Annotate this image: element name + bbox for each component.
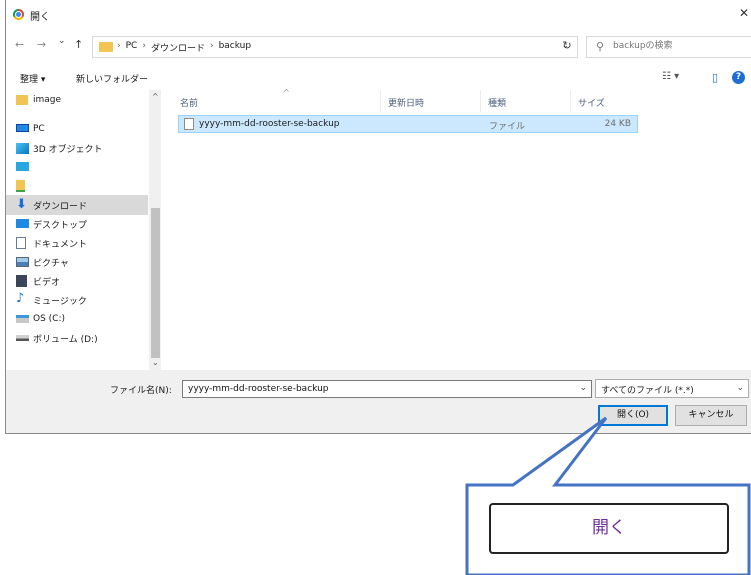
breadcrumb-downloads[interactable]: ダウンロード <box>151 41 205 54</box>
file-type: ファイル <box>489 122 526 132</box>
breadcrumb-separator-icon: › <box>117 41 121 51</box>
column-header-name[interactable]: 名前 <box>180 96 198 109</box>
search-box[interactable]: ⚲ <box>586 36 751 58</box>
sidebar-item-label: 3D オブジェクト <box>33 144 103 155</box>
folder-icon <box>16 95 28 105</box>
column-divider[interactable] <box>380 90 381 112</box>
sidebar-scrollbar-thumb[interactable] <box>151 208 160 358</box>
sidebar-item-pc[interactable]: PC <box>6 119 148 139</box>
scroll-up-arrow-icon[interactable]: ^ <box>152 92 159 101</box>
sidebar-item-desktop[interactable]: デスクトップ <box>6 214 148 234</box>
command-toolbar: 整理 ▾ 新しいフォルダー ☷ ▾ ▯ ? <box>6 66 751 90</box>
desktop-icon <box>16 162 29 171</box>
help-icon[interactable]: ? <box>732 71 745 84</box>
file-type-filter-value: すべてのファイル (*.*) <box>601 386 694 396</box>
window-title: 開く <box>30 12 50 23</box>
breadcrumb-separator-icon: › <box>142 41 146 51</box>
preview-pane-icon[interactable]: ▯ <box>712 71 718 84</box>
forward-arrow-icon[interactable]: → <box>37 38 46 51</box>
column-divider[interactable] <box>570 90 571 112</box>
filename-label: ファイル名(N): <box>110 386 172 396</box>
sidebar-item-music[interactable]: ♪ ミュージック <box>6 290 148 310</box>
drive-icon <box>16 335 29 341</box>
drive-icon <box>16 315 29 323</box>
new-folder-button[interactable]: 新しいフォルダー <box>76 72 148 85</box>
cancel-button[interactable]: キャンセル <box>675 405 747 426</box>
breadcrumb-backup[interactable]: backup <box>219 41 252 54</box>
file-icon <box>184 118 194 130</box>
up-arrow-icon[interactable]: ↑ <box>74 38 83 51</box>
file-type-filter-select[interactable]: すべてのファイル (*.*) ⌄ <box>595 379 749 398</box>
sidebar-item-label: ドキュメント <box>33 239 88 250</box>
sidebar-item-label: OS (C:) <box>33 314 65 324</box>
column-header-size[interactable]: サイズ <box>578 96 605 109</box>
title-bar: 開く ✕ <box>6 0 751 28</box>
chrome-icon <box>13 9 24 20</box>
close-icon[interactable]: ✕ <box>739 6 749 20</box>
sidebar-item-videos[interactable]: ビデオ <box>6 271 148 291</box>
sidebar-item-pictures[interactable]: ピクチャ <box>6 252 148 272</box>
file-name: yyyy-mm-dd-rooster-se-backup <box>199 119 340 129</box>
3d-objects-icon <box>16 143 29 154</box>
chevron-down-icon: ⌄ <box>736 383 744 393</box>
back-arrow-icon[interactable]: ← <box>15 38 24 51</box>
dialog-footer: ファイル名(N): ⌄ すべてのファイル (*.*) ⌄ 開く(O) キャンセル <box>6 370 751 433</box>
file-size: 24 KB <box>604 119 631 129</box>
column-divider[interactable] <box>480 90 481 112</box>
search-input[interactable] <box>611 40 745 52</box>
scroll-down-arrow-icon[interactable]: ⌄ <box>152 358 159 367</box>
filename-combobox[interactable]: ⌄ <box>182 380 592 398</box>
sidebar-item-label: ミュージック <box>33 296 87 307</box>
user-folder-icon <box>16 180 25 192</box>
address-bar[interactable]: › PC › ダウンロード › backup ⌄ <box>92 36 578 58</box>
sidebar-item-label: PC <box>33 124 45 134</box>
sidebar-item-label: image <box>33 95 62 105</box>
navigation-pane: image PC 3D オブジェクト ⬇ ダウンロード デスクトップ ドキュメン… <box>6 90 161 370</box>
view-options-icon[interactable]: ☷ ▾ <box>662 71 679 82</box>
filename-dropdown-chevron-icon[interactable]: ⌄ <box>579 383 587 393</box>
sidebar-item-drive-d[interactable]: ボリューム (D:) <box>6 328 148 348</box>
sidebar-item-drive-c[interactable]: OS (C:) <box>6 309 148 329</box>
desktop-icon <box>16 219 29 228</box>
sidebar-item-user-unlabeled[interactable] <box>6 176 148 196</box>
music-icon: ♪ <box>16 291 25 306</box>
pc-icon <box>16 124 29 132</box>
column-header-type[interactable]: 種類 <box>488 96 506 109</box>
breadcrumb-separator-icon: › <box>209 41 214 51</box>
breadcrumb-pc[interactable]: PC <box>126 41 138 54</box>
filename-input[interactable] <box>186 383 570 395</box>
pictures-icon <box>16 257 29 267</box>
sidebar-item-label: ダウンロード <box>33 201 88 212</box>
sort-ascending-icon: ^ <box>283 88 290 97</box>
search-icon: ⚲ <box>596 40 605 53</box>
sidebar-item-desktop-unlabeled[interactable] <box>6 157 148 177</box>
navigation-bar: ← → ⌄ ↑ › PC › ダウンロード › backup ⌄ ↻ ⚲ <box>6 34 751 60</box>
breadcrumb: › PC › ダウンロード › backup <box>117 41 251 54</box>
folder-icon <box>99 42 113 52</box>
videos-icon <box>16 275 27 287</box>
column-header-modified[interactable]: 更新日時 <box>388 96 424 109</box>
documents-icon <box>16 237 26 249</box>
sidebar-item-label: ボリューム (D:) <box>33 334 98 345</box>
sidebar-item-image[interactable]: image <box>6 90 148 110</box>
callout-label: 開く <box>489 503 729 554</box>
sidebar-item-downloads[interactable]: ⬇ ダウンロード <box>6 195 148 215</box>
refresh-icon[interactable]: ↻ <box>554 36 580 58</box>
open-file-dialog: 開く ✕ ← → ⌄ ↑ › PC › ダウンロード › backup ⌄ ↻ … <box>5 0 751 434</box>
download-icon: ⬇ <box>16 197 27 212</box>
file-list: 名前 ^ 更新日時 種類 サイズ yyyy-mm-dd-rooster-se-b… <box>168 88 751 370</box>
table-row[interactable]: yyyy-mm-dd-rooster-se-backup ファイル 24 KB <box>178 115 638 133</box>
sidebar-item-label: デスクトップ <box>33 220 88 231</box>
sidebar-item-3d-objects[interactable]: 3D オブジェクト <box>6 138 148 158</box>
organize-menu[interactable]: 整理 ▾ <box>20 72 45 85</box>
open-button[interactable]: 開く(O) <box>598 405 668 426</box>
sidebar-item-label: ピクチャ <box>33 258 69 269</box>
sidebar-item-label: ビデオ <box>33 277 61 288</box>
recent-locations-chevron-icon[interactable]: ⌄ <box>58 36 66 46</box>
sidebar-item-documents[interactable]: ドキュメント <box>6 233 148 253</box>
